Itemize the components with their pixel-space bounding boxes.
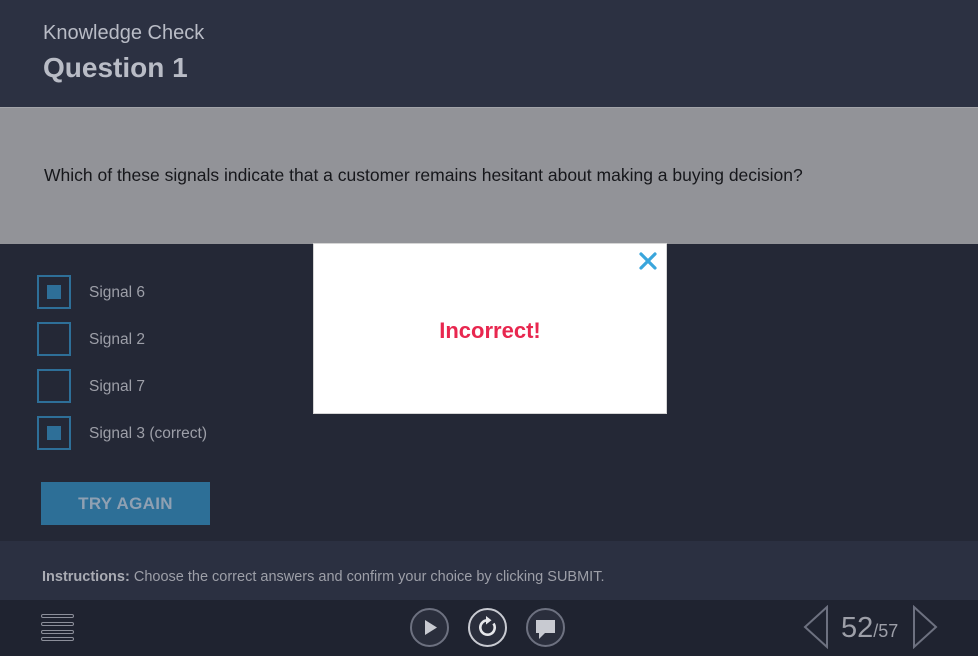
checkbox[interactable] (37, 322, 71, 356)
question-panel: Which of these signals indicate that a c… (0, 107, 978, 244)
checkbox[interactable] (37, 369, 71, 403)
checkbox-fill (47, 285, 61, 299)
option-label: Signal 7 (89, 378, 146, 395)
next-page-button[interactable] (912, 604, 938, 650)
header: Knowledge Check Question 1 (0, 0, 978, 107)
play-button[interactable] (410, 608, 449, 647)
answer-option-signal-6[interactable]: Signal 6 (37, 275, 317, 309)
instructions-bar: Instructions: Choose the correct answers… (0, 541, 978, 600)
checkbox[interactable] (37, 275, 71, 309)
feedback-dialog: Incorrect! (313, 243, 667, 414)
replay-icon (479, 616, 496, 636)
comment-button[interactable] (526, 608, 565, 647)
instructions-body: Choose the correct answers and confirm y… (133, 569, 605, 585)
comment-icon (536, 620, 555, 639)
checkbox-fill (47, 426, 61, 440)
chevron-left-icon (803, 604, 828, 650)
option-label: Signal 6 (89, 284, 146, 301)
close-icon (639, 252, 657, 270)
answer-option-signal-2[interactable]: Signal 2 (37, 322, 317, 356)
answer-option-signal-3[interactable]: Signal 3 (correct) (37, 416, 317, 450)
chevron-right-icon (913, 604, 938, 650)
feedback-message: Incorrect! (439, 318, 541, 343)
try-again-button[interactable]: TRY AGAIN (41, 482, 210, 525)
previous-page-button[interactable] (803, 604, 829, 650)
replay-button[interactable] (468, 608, 507, 647)
checkbox[interactable] (37, 416, 71, 450)
answer-option-signal-7[interactable]: Signal 7 (37, 369, 317, 403)
menu-icon[interactable] (41, 614, 74, 642)
question-text: Which of these signals indicate that a c… (44, 165, 803, 185)
current-page: 52 (841, 612, 874, 644)
page-indicator: 52/57 (841, 612, 898, 645)
option-label: Signal 3 (correct) (89, 425, 208, 442)
total-pages: /57 (873, 621, 899, 641)
instructions-prefix: Instructions: (42, 569, 130, 585)
close-button[interactable] (637, 250, 659, 272)
header-subtitle: Knowledge Check (43, 22, 205, 44)
page-title: Question 1 (43, 52, 188, 83)
option-label: Signal 2 (89, 331, 146, 348)
instructions-text: Instructions: Choose the correct answers… (42, 569, 604, 585)
play-icon (425, 620, 437, 635)
